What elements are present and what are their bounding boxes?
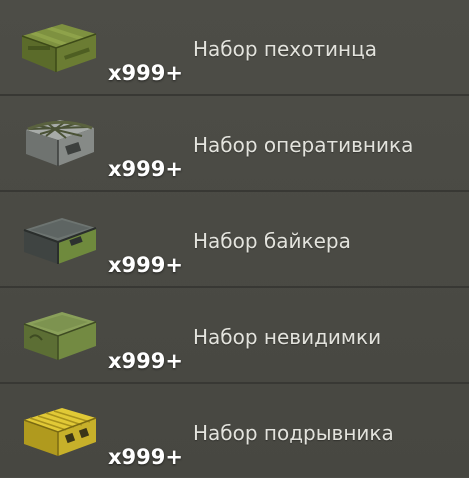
kit-name: Набор пехотинца	[193, 37, 377, 61]
kit-quantity: x999+	[108, 61, 183, 85]
kit-name: Набор оперативника	[193, 133, 414, 157]
kit-row-stealth[interactable]: x999+ Набор невидимки	[0, 288, 469, 384]
metal-case-with-net-icon	[16, 112, 100, 172]
kit-row-demolition[interactable]: x999+ Набор подрывника	[0, 384, 469, 478]
yellow-hard-case-icon	[16, 400, 100, 460]
kit-quantity: x999+	[108, 253, 183, 277]
green-hard-case-icon	[16, 304, 100, 364]
military-green-crate-icon	[16, 16, 100, 76]
kit-quantity: x999+	[108, 349, 183, 373]
dark-metal-case-icon	[16, 208, 100, 268]
kit-row-operative[interactable]: x999+ Набор оперативника	[0, 96, 469, 192]
kit-name: Набор байкера	[193, 229, 351, 253]
kit-quantity: x999+	[108, 157, 183, 181]
kit-quantity: x999+	[108, 445, 183, 469]
kit-row-biker[interactable]: x999+ Набор байкера	[0, 192, 469, 288]
kit-row-infantry[interactable]: x999+ Набор пехотинца	[0, 0, 469, 96]
kit-list: x999+ Набор пехотинца x999+ Набор операт…	[0, 0, 469, 477]
kit-name: Набор невидимки	[193, 325, 382, 349]
kit-name: Набор подрывника	[193, 421, 394, 445]
